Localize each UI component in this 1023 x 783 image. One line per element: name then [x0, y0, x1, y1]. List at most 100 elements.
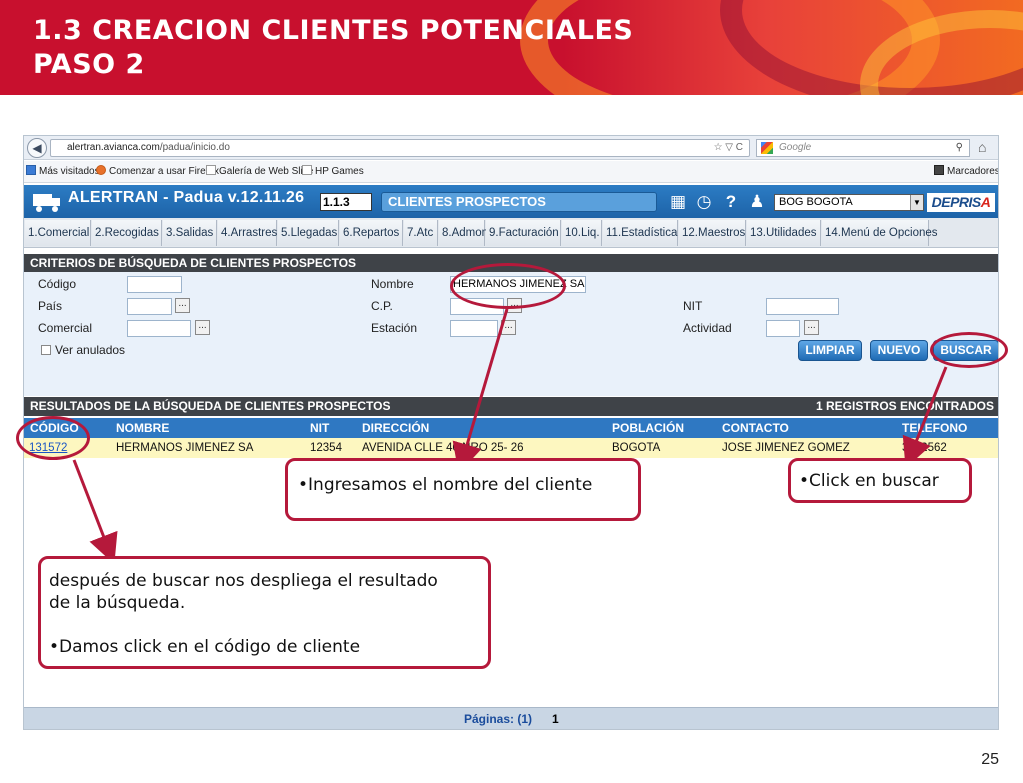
- main-menu: 1.Comercial 2.Recogidas 3.Salidas 4.Arrastr…: [24, 218, 998, 248]
- menu-item[interactable]: 14.Menú de Opciones: [822, 220, 938, 246]
- firefox-icon: [96, 165, 106, 175]
- highlight-codigo: [16, 416, 90, 460]
- search-input[interactable]: Google ⚲: [756, 139, 970, 157]
- menu-item[interactable]: 6.Repartos: [340, 220, 403, 246]
- menu-item[interactable]: 3.Salidas: [163, 220, 217, 246]
- menu-item[interactable]: 13.Utilidades: [747, 220, 821, 246]
- google-icon: [761, 142, 773, 154]
- menu-item[interactable]: 8.Admon: [439, 220, 488, 246]
- page-number: 25: [981, 751, 999, 768]
- cell-direccion: AVENIDA CLLE 40 NRO 25- 26: [362, 442, 524, 454]
- table-row[interactable]: 131572 HERMANOS JIMENEZ SA 12354 AVENIDA…: [24, 438, 998, 458]
- ver-anulados-checkbox[interactable]: [41, 345, 51, 355]
- clock-icon[interactable]: ◷: [694, 192, 714, 212]
- home-icon[interactable]: ⌂: [978, 139, 986, 155]
- label-comercial: Comercial: [38, 321, 93, 335]
- label-ver-anulados: Ver anulados: [55, 343, 126, 357]
- browser-toolbar: ◀ alertran.avianca.com/padua/inicio.do ☆…: [24, 136, 998, 160]
- search-placeholder: Google: [779, 142, 812, 153]
- url-host: alertran.avianca.com: [67, 142, 160, 153]
- estacion-lookup-button[interactable]: ...: [501, 320, 516, 335]
- label-estacion: Estación: [371, 321, 418, 335]
- calculator-icon[interactable]: ▦: [668, 192, 688, 212]
- help-icon[interactable]: ?: [721, 192, 741, 212]
- results-table-header: CÓDIGO NOMBRE NIT DIRECCIÓN POBLACIÓN CO…: [24, 418, 998, 438]
- actividad-lookup-button[interactable]: ...: [804, 320, 819, 335]
- codigo-field[interactable]: [127, 276, 182, 293]
- label-actividad: Actividad: [683, 321, 732, 335]
- menu-item[interactable]: 11.Estadística: [603, 220, 678, 246]
- slide-title-line2: PASO 2: [33, 49, 145, 80]
- nit-field[interactable]: [766, 298, 839, 315]
- results-section-header: RESULTADOS DE LA BÚSQUEDA DE CLIENTES PR…: [24, 397, 998, 416]
- bookmarks-menu[interactable]: Marcadores: [934, 161, 998, 183]
- column-header: DIRECCIÓN: [362, 421, 430, 435]
- menu-item[interactable]: 12.Maestros: [679, 220, 746, 246]
- comercial-field[interactable]: [127, 320, 191, 337]
- truck-icon: [33, 194, 60, 212]
- user-icon[interactable]: ♟: [747, 192, 767, 212]
- pagination-bar: Páginas: (1) 1: [24, 707, 998, 729]
- results-count: 1 REGISTROS ENCONTRADOS: [815, 399, 994, 413]
- comercial-lookup-button[interactable]: ...: [195, 320, 210, 335]
- pais-lookup-button[interactable]: ...: [175, 298, 190, 313]
- callout-nombre: •Ingresamos el nombre del cliente: [285, 458, 641, 521]
- station-value: BOG BOGOTA: [779, 196, 853, 208]
- bookmark-item[interactable]: Comenzar a usar Firefox: [96, 161, 219, 183]
- url-path: /padua/inicio.do: [159, 142, 230, 153]
- brand-logo: DEPRISA: [927, 193, 995, 212]
- station-select[interactable]: BOG BOGOTA ▼: [774, 194, 924, 211]
- page-link[interactable]: 1: [552, 708, 559, 729]
- cell-nit: 12354: [310, 442, 342, 454]
- chevron-down-icon[interactable]: ▼: [910, 195, 923, 210]
- cell-poblacion: BOGOTA: [612, 442, 661, 454]
- column-header: NIT: [310, 421, 330, 435]
- app-header: ALERTRAN - Padua v.12.11.26 1.1.3 CLIENT…: [24, 185, 998, 218]
- limpiar-button[interactable]: LIMPIAR: [798, 340, 862, 361]
- column-header: POBLACIÓN: [612, 421, 684, 435]
- column-header: NOMBRE: [116, 421, 170, 435]
- cell-nombre: HERMANOS JIMENEZ SA: [116, 442, 254, 454]
- bookmarks-bar: Más visitados Comenzar a usar Firefox Ga…: [24, 161, 998, 183]
- callout-buscar: •Click en buscar: [788, 458, 972, 503]
- module-name: CLIENTES PROSPECTOS: [381, 192, 657, 212]
- pais-field[interactable]: [127, 298, 172, 315]
- label-codigo: Código: [38, 277, 77, 291]
- back-icon[interactable]: ◀: [27, 138, 47, 158]
- callout-resultado: después de buscar nos despliega el resul…: [38, 556, 491, 669]
- highlight-buscar: [930, 332, 1008, 368]
- label-nombre: Nombre: [371, 277, 414, 291]
- bookmark-item[interactable]: HP Games: [302, 161, 364, 183]
- menu-item[interactable]: 4.Arrastres: [218, 220, 277, 246]
- web-slice-icon: [206, 165, 216, 175]
- estacion-field[interactable]: [450, 320, 498, 337]
- menu-item[interactable]: 9.Facturación: [486, 220, 561, 246]
- actividad-field[interactable]: [766, 320, 800, 337]
- bookmark-item[interactable]: Más visitados: [26, 161, 100, 183]
- bookmark-icon: [302, 165, 312, 175]
- bookmark-star-icon[interactable]: ☆ ▽ C: [714, 140, 743, 156]
- bookmark-item[interactable]: Galería de Web Slice: [206, 161, 313, 183]
- label-pais: País: [38, 299, 63, 313]
- bookmarks-icon: [934, 165, 944, 175]
- cell-telefono: 3152562: [902, 442, 947, 454]
- menu-item[interactable]: 2.Recogidas: [92, 220, 162, 246]
- label-nit: NIT: [683, 299, 703, 313]
- menu-item[interactable]: 10.Liq.: [562, 220, 602, 246]
- menu-item[interactable]: 5.Llegadas: [278, 220, 339, 246]
- cell-contacto: JOSE JIMENEZ GOMEZ: [722, 442, 850, 454]
- slide-title-line1: 1.3 CREACION CLIENTES POTENCIALES: [33, 15, 634, 46]
- label-cp: C.P.: [371, 299, 393, 313]
- menu-item[interactable]: 1.Comercial: [25, 220, 91, 246]
- module-code-field[interactable]: 1.1.3: [320, 193, 372, 211]
- menu-item[interactable]: 7.Atc: [404, 220, 438, 246]
- column-header: TELEFONO: [902, 421, 968, 435]
- slide-header: 1.3 CREACION CLIENTES POTENCIALES PASO 2: [0, 0, 1023, 95]
- pages-label: Páginas: (1): [464, 712, 533, 726]
- column-header: CONTACTO: [722, 421, 789, 435]
- search-icon[interactable]: ⚲: [956, 140, 963, 156]
- url-bar[interactable]: alertran.avianca.com/padua/inicio.do ☆ ▽…: [50, 139, 750, 157]
- nuevo-button[interactable]: NUEVO: [870, 340, 928, 361]
- highlight-nombre: [450, 263, 566, 309]
- slide-title: 1.3 CREACION CLIENTES POTENCIALES PASO 2: [33, 14, 633, 82]
